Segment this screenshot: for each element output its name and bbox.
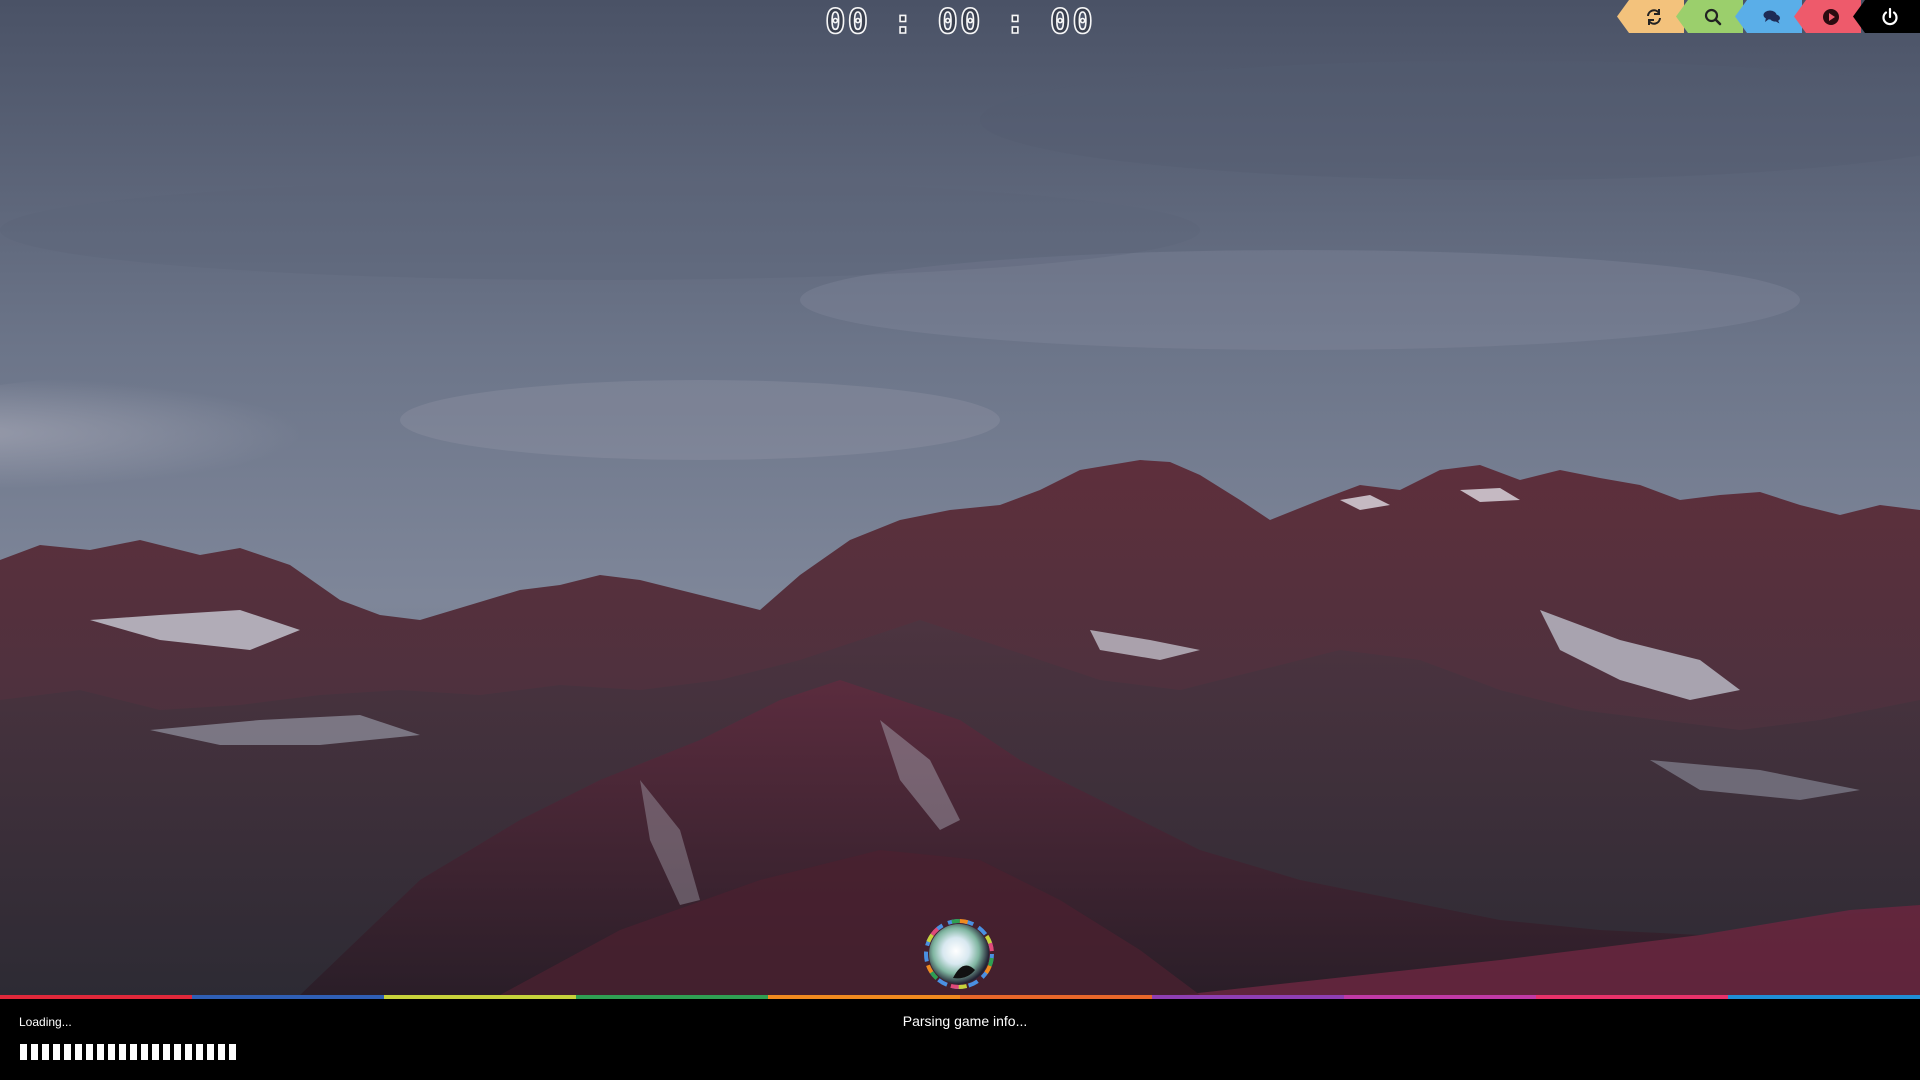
progress-block	[163, 1044, 170, 1060]
loading-spinner	[923, 918, 995, 990]
progress-block	[31, 1044, 38, 1060]
progress-block	[97, 1044, 104, 1060]
status-message: Parsing game info...	[902, 1013, 1028, 1029]
chat-button[interactable]	[1735, 0, 1802, 33]
refresh-icon	[1646, 8, 1661, 25]
progress-block	[53, 1044, 60, 1060]
progress-block	[108, 1044, 115, 1060]
power-button[interactable]	[1853, 0, 1920, 33]
refresh-button[interactable]	[1617, 0, 1684, 33]
progress-block	[207, 1044, 214, 1060]
progress-block	[75, 1044, 82, 1060]
progress-block	[141, 1044, 148, 1060]
progress-block	[20, 1044, 27, 1060]
progress-block	[42, 1044, 49, 1060]
power-icon	[1881, 7, 1898, 25]
play-button[interactable]	[1794, 0, 1861, 33]
block-progress-bar	[20, 1044, 236, 1060]
background-wallpaper	[0, 0, 1920, 995]
progress-block	[174, 1044, 181, 1060]
progress-block	[218, 1044, 225, 1060]
progress-block	[229, 1044, 236, 1060]
screen: 00 : 00 : 00 Loading... Parsing game inf…	[0, 0, 1920, 1080]
search-icon	[1704, 8, 1721, 25]
chat-icon	[1763, 10, 1780, 23]
play-icon	[1822, 8, 1839, 25]
progress-block	[196, 1044, 203, 1060]
progress-block	[185, 1044, 192, 1060]
progress-block	[119, 1044, 126, 1060]
top-toolbar	[1617, 0, 1920, 33]
search-button[interactable]	[1676, 0, 1743, 33]
progress-block	[64, 1044, 71, 1060]
progress-block	[152, 1044, 159, 1060]
status-bar: Loading... Parsing game info...	[0, 999, 1920, 1080]
progress-block	[130, 1044, 137, 1060]
progress-block	[86, 1044, 93, 1060]
